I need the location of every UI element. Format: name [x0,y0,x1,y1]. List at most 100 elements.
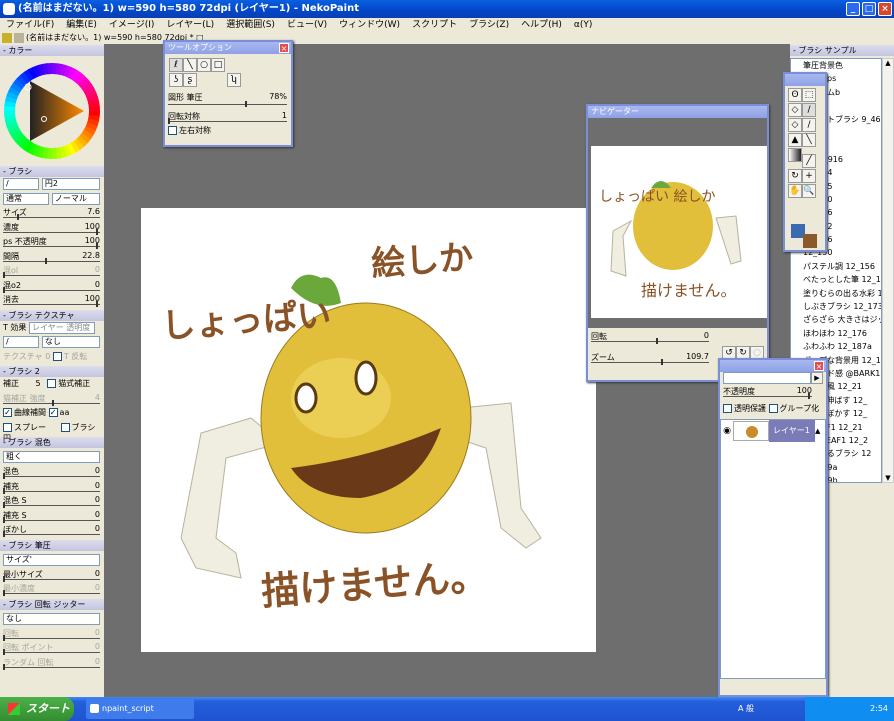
slider[interactable]: 消去 100 [0,294,104,309]
brush-type-field[interactable]: 円2 [41,178,100,190]
slider[interactable]: 回転 0 [0,628,104,643]
ime-indicator[interactable]: A 般 [738,697,754,721]
lasso-fill-tool-icon[interactable]: ʖ [169,73,183,87]
slider[interactable]: 混ol 0 [0,265,104,280]
slider-thumb[interactable] [96,228,98,235]
rotation-symmetry-slider[interactable]: 回転対称 1 [165,111,291,126]
slider-thumb[interactable] [3,531,5,537]
tool-palette-titlebar[interactable] [785,74,825,86]
lasso-icon[interactable]: ʘ [788,88,802,102]
slider-thumb[interactable] [3,487,5,494]
brush-list-item[interactable]: 筆圧背景色 [791,59,881,72]
brush-header[interactable]: - ブラシ [0,166,104,177]
layer-blend-select[interactable] [723,372,811,384]
close-icon[interactable]: × [279,43,289,53]
menu-item[interactable]: 編集(E) [66,20,97,30]
pressure-header[interactable]: - ブラシ 筆圧 [0,539,104,551]
eraser-s-icon[interactable]: ◇ [788,118,802,132]
slider[interactable]: 回転 ポイント 0 [0,642,104,657]
menu-item[interactable]: レイヤー(L) [166,20,214,30]
curve-checkbox[interactable]: ✓ [3,408,12,417]
undock-icon[interactable] [14,33,24,43]
layer-row[interactable]: ◉ レイヤー1 ▲ [721,420,825,442]
tool-options-titlebar[interactable]: ツールオプション × [165,42,291,54]
spray-checkbox[interactable] [3,422,12,432]
bezier-tool-icon[interactable]: ʮ [227,73,241,87]
pressure-mode-select[interactable]: サイズ' [3,553,100,566]
slider[interactable]: 最小濃度 0 [0,583,104,598]
ellipse-tool-icon[interactable]: ○ [197,58,211,72]
play-icon[interactable]: ▶ [811,372,823,384]
mix-mode-select[interactable]: 粗く [3,451,100,463]
opacity-slider[interactable]: 不透明度 100 [720,386,816,401]
slider[interactable]: 濃度 100 [0,222,104,237]
menu-item[interactable]: ファイル(F) [6,20,54,30]
dock-icon[interactable] [2,33,12,43]
layers-titlebar[interactable]: × [720,360,826,372]
texture-amount[interactable]: 0 [45,352,50,361]
move-icon[interactable]: + [802,169,816,183]
slider[interactable]: ランダム 回転 0 [0,657,104,672]
slider-thumb[interactable] [3,286,5,293]
menu-item[interactable]: α(Y) [574,20,592,30]
fill-icon[interactable]: ▲ [788,133,802,147]
brush-list-item[interactable]: べたっとした筆 12_157 [791,273,881,286]
menu-item[interactable]: ビュー(V) [287,20,327,30]
brush-icon[interactable]: / [802,103,816,117]
layer-scroll-up[interactable]: ▲ [815,427,825,435]
close-button[interactable]: × [878,2,892,16]
brush-list-item[interactable]: 塗りむらの出る水彩 12_ [791,287,881,300]
brush2-header[interactable]: - ブラシ 2 [0,366,104,377]
visibility-eye-icon[interactable]: ◉ [721,426,733,436]
color-wheel[interactable] [0,57,104,165]
brush-list-item[interactable]: ざらざら 大きさはジッター [791,313,881,326]
slider-thumb[interactable] [96,301,98,307]
brush-sample-header[interactable]: - ブラシ サンプル [790,45,894,56]
slider-thumb[interactable] [96,243,98,249]
taskbar-item-npaint[interactable]: npaint_script [86,699,194,719]
slider[interactable]: 間隔 22.8 [0,251,104,266]
rotation-slider[interactable]: 回転 0 [588,331,713,346]
slider[interactable]: 混色 S0 [0,495,104,510]
neko-strength-slider[interactable]: 猫補正 強度 4 [0,393,104,408]
eyedropper-icon[interactable]: ╱ [802,154,816,168]
brush-list-item[interactable]: ふわふわ 12_187a [791,340,881,353]
brush-list-item[interactable]: ほわほわ 12_176 [791,327,881,340]
brush-list-item[interactable]: しぶきブラシ 12_173 [791,300,881,313]
slider[interactable]: 混o2 0 [0,280,104,295]
hand-icon[interactable]: ✋ [788,184,802,198]
mode-select[interactable]: ノーマル [51,192,100,205]
slider[interactable]: 混色 0 [0,466,104,481]
zoom-icon[interactable]: 🔍 [802,184,816,198]
slider-thumb[interactable] [3,634,5,641]
slider[interactable]: 補充 S0 [0,510,104,525]
color-header[interactable]: - カラー [0,45,104,56]
minimize-button[interactable]: _ [846,2,860,16]
group-checkbox[interactable] [768,403,778,413]
line-tool-icon[interactable]: ╲ [183,58,197,72]
layer-name[interactable]: レイヤー1 [769,420,815,442]
lock-alpha-checkbox[interactable] [723,403,732,413]
menu-item[interactable]: スクリプト [412,20,457,30]
color-wheel-graphic[interactable] [0,57,104,165]
menu-item[interactable]: イメージ(I) [109,20,155,30]
freehand-tool-icon[interactable]: ℓ [169,58,183,72]
menu-item[interactable]: ヘルプ(H) [521,20,562,30]
slider[interactable]: ぼかし 0 [0,524,104,539]
correction-value[interactable]: 5 [36,379,41,388]
texture-shape-field[interactable]: / [3,336,39,348]
brush-circle-checkbox[interactable] [60,422,70,432]
texture-header[interactable]: - ブラシ テクスチャ [0,309,104,321]
shape-pressure-slider[interactable]: 図形 筆圧 78% [165,92,291,107]
slider-thumb[interactable] [3,516,5,523]
slider-thumb[interactable] [3,649,5,655]
rotate-icon[interactable]: ↻ [788,169,802,183]
blend-select[interactable]: 通常 [3,192,49,205]
jitter-header[interactable]: - ブラシ 回転 ジッター [0,598,104,610]
maximize-button[interactable]: □ [862,2,876,16]
brush-s-icon[interactable]: / [802,118,816,132]
menu-item[interactable]: ブラシ(Z) [469,20,509,30]
zoom-slider[interactable]: ズーム 109.7 [588,352,713,367]
start-button[interactable]: スタート [0,697,74,721]
rectangle-tool-icon[interactable]: □ [211,58,225,72]
